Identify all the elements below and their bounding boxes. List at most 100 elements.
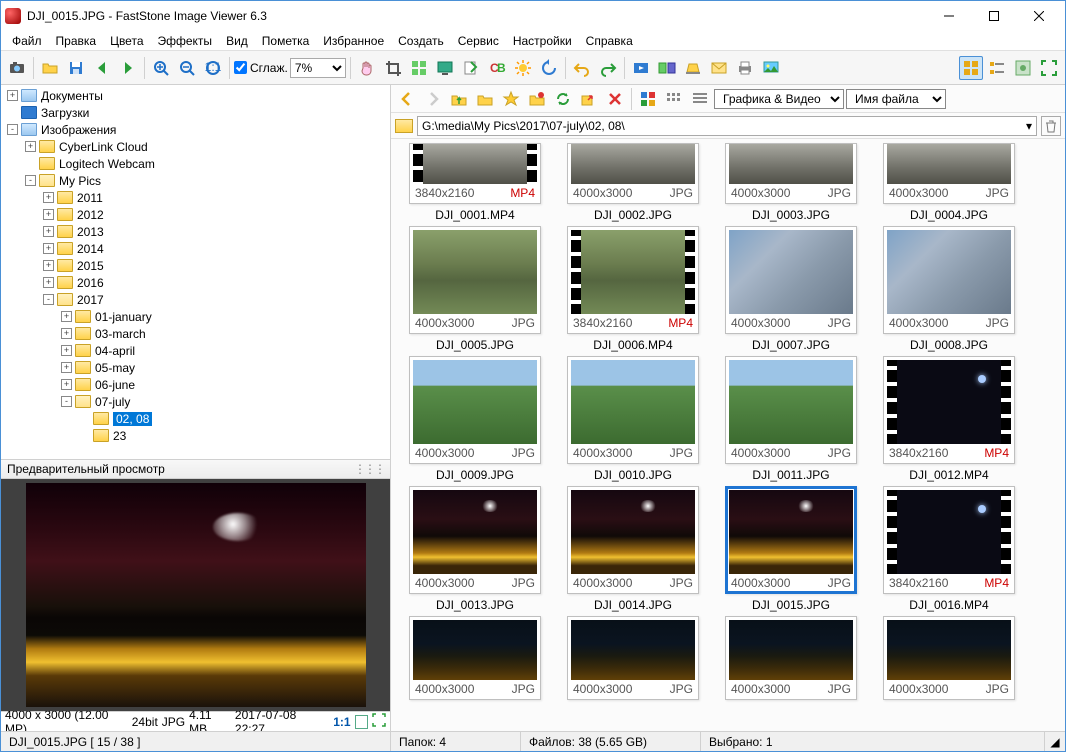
histogram-icon[interactable] <box>355 715 368 729</box>
camera-icon[interactable] <box>5 56 29 80</box>
menu-вид[interactable]: Вид <box>219 32 255 50</box>
folder-tree[interactable]: +Документы Загрузки-Изображения+CyberLin… <box>1 85 390 459</box>
screen-icon[interactable] <box>433 56 457 80</box>
tree-node[interactable]: +2016 <box>1 274 390 291</box>
zoom-out-icon[interactable] <box>175 56 199 80</box>
collapse-icon[interactable]: - <box>7 124 18 135</box>
copy-to-icon[interactable] <box>577 87 601 111</box>
hand-icon[interactable] <box>355 56 379 80</box>
thumbnail[interactable]: 3840x2160MP4DJI_0016.MP4 <box>873 486 1025 612</box>
thumbnail[interactable]: 4000x3000JPGDJI_0011.JPG <box>715 356 867 482</box>
crop-icon[interactable] <box>381 56 405 80</box>
light-icon[interactable] <box>511 56 535 80</box>
expand-icon[interactable]: + <box>61 379 72 390</box>
thumbnail[interactable]: 4000x3000JPGDJI_0013.JPG <box>399 486 551 612</box>
thumbnail[interactable]: 4000x3000JPGDJI_0002.JPG <box>557 143 709 222</box>
collapse-icon[interactable]: - <box>25 175 36 186</box>
zoom-combo[interactable]: 7% <box>290 58 346 78</box>
path-input[interactable]: G:\media\My Pics\2017\07-july\02, 08\▾ <box>417 116 1037 136</box>
view-list-icon[interactable] <box>1011 56 1035 80</box>
tree-node[interactable]: Загрузки <box>1 104 390 121</box>
expand-icon[interactable]: + <box>43 209 54 220</box>
tree-node[interactable]: +2012 <box>1 206 390 223</box>
next-icon[interactable] <box>116 56 140 80</box>
zoom-in-icon[interactable] <box>149 56 173 80</box>
tree-node[interactable]: +05-may <box>1 359 390 376</box>
thumbnail[interactable]: 4000x3000JPGDJI_0010.JPG <box>557 356 709 482</box>
preview-pane[interactable] <box>1 479 390 711</box>
favorite-icon[interactable] <box>499 87 523 111</box>
view-details-icon[interactable] <box>985 56 1009 80</box>
menu-эффекты[interactable]: Эффекты <box>151 32 220 50</box>
expand-icon[interactable]: + <box>43 192 54 203</box>
prev-icon[interactable] <box>90 56 114 80</box>
tree-node[interactable]: +2013 <box>1 223 390 240</box>
sort-combo[interactable]: Имя файла <box>846 89 946 109</box>
expand-icon[interactable]: + <box>43 277 54 288</box>
view-medium-icon[interactable] <box>662 87 686 111</box>
save-icon[interactable] <box>64 56 88 80</box>
tree-node[interactable]: +2015 <box>1 257 390 274</box>
expand-icon[interactable]: + <box>43 243 54 254</box>
menu-сервис[interactable]: Сервис <box>451 32 506 50</box>
menu-правка[interactable]: Правка <box>49 32 104 50</box>
thumbnail[interactable]: 4000x3000JPGDJI_0005.JPG <box>399 226 551 352</box>
tree-node[interactable]: +04-april <box>1 342 390 359</box>
tree-node[interactable]: -Изображения <box>1 121 390 138</box>
thumbnail[interactable]: 3840x2160MP4DJI_0012.MP4 <box>873 356 1025 482</box>
tree-node[interactable]: +2014 <box>1 240 390 257</box>
view-large-icon[interactable] <box>636 87 660 111</box>
forward-icon[interactable] <box>421 87 445 111</box>
thumbnail[interactable]: 3840x2160MP4DJI_0001.MP4 <box>399 143 551 222</box>
expand-icon[interactable]: + <box>43 226 54 237</box>
slideshow-icon[interactable] <box>629 56 653 80</box>
view-thumbnails-icon[interactable] <box>959 56 983 80</box>
thumbnail[interactable]: 4000x3000JPG <box>399 616 551 700</box>
thumbnail[interactable]: 4000x3000JPGDJI_0007.JPG <box>715 226 867 352</box>
redo-icon[interactable] <box>596 56 620 80</box>
thumbnail[interactable]: 4000x3000JPGDJI_0014.JPG <box>557 486 709 612</box>
back-icon[interactable] <box>395 87 419 111</box>
menu-справка[interactable]: Справка <box>579 32 640 50</box>
thumbnail[interactable]: 3840x2160MP4DJI_0006.MP4 <box>557 226 709 352</box>
close-button[interactable] <box>1016 2 1061 31</box>
expand-icon[interactable]: + <box>61 311 72 322</box>
export-icon[interactable] <box>459 56 483 80</box>
print-icon[interactable] <box>733 56 757 80</box>
resize-grip-icon[interactable]: ◢ <box>1045 732 1065 751</box>
menu-избранное[interactable]: Избранное <box>316 32 391 50</box>
zoom-actual-icon[interactable]: 1:1 <box>201 56 225 80</box>
tree-node[interactable]: Logitech Webcam <box>1 155 390 172</box>
collapse-icon[interactable]: - <box>43 294 54 305</box>
contact-sheet-icon[interactable] <box>407 56 431 80</box>
thumbnail[interactable]: 4000x3000JPG <box>715 616 867 700</box>
thumbnail[interactable]: 4000x3000JPGDJI_0008.JPG <box>873 226 1025 352</box>
color-icon[interactable]: CB <box>485 56 509 80</box>
tree-node[interactable]: -2017 <box>1 291 390 308</box>
trash-icon[interactable] <box>1041 116 1061 136</box>
expand-icon[interactable]: + <box>7 90 18 101</box>
view-small-icon[interactable] <box>688 87 712 111</box>
view-fullscreen-icon[interactable] <box>1037 56 1061 80</box>
filter-category-combo[interactable]: Графика & Видео <box>714 89 844 109</box>
expand-icon[interactable]: + <box>61 328 72 339</box>
smooth-checkbox[interactable]: Сглаж. <box>234 61 288 75</box>
compare-icon[interactable] <box>655 56 679 80</box>
tree-node[interactable]: +06-june <box>1 376 390 393</box>
menu-создать[interactable]: Создать <box>391 32 451 50</box>
home-icon[interactable] <box>473 87 497 111</box>
fit-icon[interactable] <box>372 713 386 730</box>
undo-icon[interactable] <box>570 56 594 80</box>
thumbnail[interactable]: 4000x3000JPG <box>873 616 1025 700</box>
tree-node[interactable]: -07-july <box>1 393 390 410</box>
thumbnail[interactable]: 4000x3000JPGDJI_0009.JPG <box>399 356 551 482</box>
menu-цвета[interactable]: Цвета <box>103 32 150 50</box>
scan-icon[interactable] <box>681 56 705 80</box>
preview-ratio[interactable]: 1:1 <box>333 715 350 729</box>
minimize-button[interactable] <box>926 2 971 31</box>
tree-node[interactable]: +03-march <box>1 325 390 342</box>
expand-icon[interactable]: + <box>43 260 54 271</box>
thumbnail[interactable]: 4000x3000JPGDJI_0004.JPG <box>873 143 1025 222</box>
email-icon[interactable] <box>707 56 731 80</box>
open-icon[interactable] <box>38 56 62 80</box>
